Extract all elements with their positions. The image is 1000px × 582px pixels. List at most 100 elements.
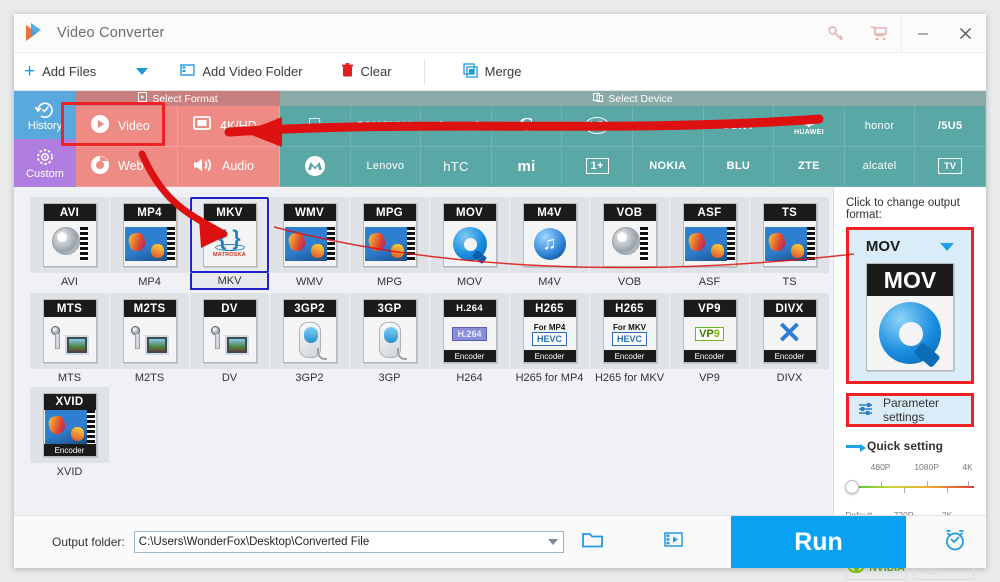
quicktime-icon (879, 302, 941, 364)
format-tile-vob[interactable]: VOB VOB (590, 197, 669, 290)
format-tile-avi[interactable]: AVI AVI (30, 197, 109, 290)
alarm-clock-icon[interactable] (942, 528, 968, 557)
format-tile-mov[interactable]: MOV MOV (430, 197, 509, 290)
play-circle-icon (90, 114, 110, 137)
format-tile-ts[interactable]: TS TS (750, 197, 829, 290)
format-tile-mpg[interactable]: MPG MPG (350, 197, 429, 290)
chevron-down-icon[interactable] (547, 539, 558, 545)
format-category-audio[interactable]: Audio (178, 146, 280, 187)
device-label: /5U5 (937, 119, 963, 132)
format-tile-mts[interactable]: MTS MTS (30, 293, 109, 384)
device-zte[interactable]: ZTE (774, 146, 845, 187)
itunes-icon: ♫ (533, 227, 566, 260)
format-tile-caption: M2TS (134, 372, 165, 384)
sidebar-item-custom[interactable]: Custom (14, 139, 76, 187)
device-xiaomi[interactable]: mi (491, 146, 563, 187)
history-icon (34, 98, 56, 119)
device-label: alcatel (862, 160, 897, 173)
format-tile-mkv[interactable]: MKV { } MATROSKA MKV (190, 197, 269, 290)
format-category-4k-hd[interactable]: 4K/HD (178, 106, 280, 147)
format-tile-h265-for-mp4[interactable]: H265 For MP4 HEVC Encoder H265 for MP4 (510, 293, 589, 384)
device-sony[interactable]: SONY (703, 106, 775, 147)
film-strip-icon (326, 226, 335, 261)
format-tile-vp9[interactable]: VP9 VP9 Encoder VP9 (670, 293, 749, 384)
cart-icon[interactable] (857, 14, 901, 53)
format-category-video[interactable]: Video (76, 106, 178, 147)
output-format-selector[interactable]: MOV MOV (846, 227, 974, 384)
chevron-down-icon[interactable] (940, 242, 955, 251)
folder-icon[interactable] (581, 531, 604, 554)
device-alcatel[interactable]: alcatel (844, 146, 916, 187)
device-amazon[interactable]: amazon (632, 106, 704, 147)
device-google[interactable]: G (491, 106, 563, 147)
add-files-dropdown[interactable] (106, 53, 170, 91)
sidebar-item-history[interactable]: History (14, 91, 76, 139)
close-icon[interactable] (944, 14, 986, 53)
format-tile-thumbnail: MTS (30, 293, 109, 369)
format-tile-m4v[interactable]: M4V ♫ M4V (510, 197, 589, 290)
format-tile-3gp2[interactable]: 3GP2 3GP2 (270, 293, 349, 384)
device-label: BLU (726, 160, 751, 173)
hevc-badge: HEVC (531, 331, 567, 346)
format-badge: VP9 (683, 300, 736, 317)
format-tile-m2ts[interactable]: M2TS M2TS (110, 293, 189, 384)
camcorder-icon (130, 324, 170, 356)
format-badge: ASF (683, 204, 736, 221)
format-badge: MTS (43, 300, 96, 317)
device-label: honor (864, 119, 895, 132)
device-lenovo[interactable]: Lenovo (350, 146, 422, 187)
side-categories: History Custom (14, 91, 76, 187)
format-category-grid: Video 4K/HD Web Audio (76, 106, 280, 187)
merge-button[interactable]: Merge (453, 53, 532, 91)
format-badge: MP4 (123, 204, 176, 221)
clear-button[interactable]: Clear (331, 53, 402, 91)
device-huawei[interactable]: ❄ HUAWEI (774, 106, 845, 147)
format-footer: Encoder (523, 350, 576, 362)
plus-icon: + (24, 61, 36, 82)
format-category-web-label: Web (118, 159, 144, 174)
parameter-settings-button[interactable]: Parameter settings (846, 393, 974, 427)
device-blu[interactable]: BLU (703, 146, 775, 187)
device-htc[interactable]: hTC (421, 146, 492, 187)
slider-knob[interactable] (845, 480, 859, 494)
device-grid:  SAMSUNG Microsoft G LG amazon SONY ❄HUAWEI hon… (280, 106, 986, 187)
device-samsung[interactable]: SAMSUNG (350, 106, 422, 147)
quality-slider[interactable]: 480P 1080P 4K Default 720P 2K (845, 462, 974, 520)
output-folder-input[interactable]: C:\Users\WonderFox\Desktop\Converted Fil… (133, 531, 564, 553)
format-tile-mp4[interactable]: MP4 MP4 (110, 197, 189, 290)
device-lg[interactable]: LG (562, 106, 633, 147)
format-tile-thumbnail: VP9 VP9 Encoder (670, 293, 749, 369)
device-microsoft[interactable]: Microsoft (421, 106, 492, 147)
device-apple[interactable]:  (280, 106, 351, 147)
film-icon[interactable] (663, 531, 683, 553)
sidebar-item-history-label: History (27, 120, 63, 132)
add-video-folder-button[interactable]: Add Video Folder (170, 53, 312, 91)
device-oneplus[interactable]: 1+ (562, 146, 633, 187)
format-tile-h264[interactable]: H.264 H.264 Encoder H264 (430, 293, 509, 384)
run-button[interactable]: Run (731, 516, 906, 568)
slider-tick-480p: 480P (870, 462, 891, 472)
minimize-icon[interactable] (902, 14, 944, 53)
add-files-button[interactable]: + Add Files (14, 53, 106, 91)
device-label: NOKIA (649, 160, 687, 173)
device-tv[interactable]: TV (915, 146, 986, 187)
device-asus[interactable]: /5U5 (915, 106, 986, 147)
format-badge: M2TS (123, 300, 176, 317)
slider-mark (967, 481, 969, 486)
format-badge: 3GP2 (283, 300, 336, 317)
device-nokia[interactable]: NOKIA (632, 146, 704, 187)
bottom-bar: Output folder: C:\Users\WonderFox\Deskto… (14, 515, 986, 568)
format-tile-dv[interactable]: DV DV (190, 293, 269, 384)
key-icon[interactable] (813, 14, 857, 53)
format-tile-divx[interactable]: DIVX ✕ Encoder DIVX (750, 293, 829, 384)
format-tile-asf[interactable]: ASF ASF (670, 197, 749, 290)
format-tile-3gp[interactable]: 3GP 3GP (350, 293, 429, 384)
format-tile-h265-for-mkv[interactable]: H265 For MKV HEVC Encoder H265 for MKV (590, 293, 669, 384)
format-tile-xvid[interactable]: XVID Encoder XVID (30, 387, 109, 478)
format-tile-caption: MP4 (138, 276, 161, 288)
device-honor[interactable]: honor (844, 106, 916, 147)
format-tile-caption: MOV (456, 276, 483, 288)
device-motorola[interactable] (280, 146, 351, 187)
format-tile-wmv[interactable]: WMV WMV (270, 197, 349, 290)
format-category-web[interactable]: Web (76, 146, 178, 187)
